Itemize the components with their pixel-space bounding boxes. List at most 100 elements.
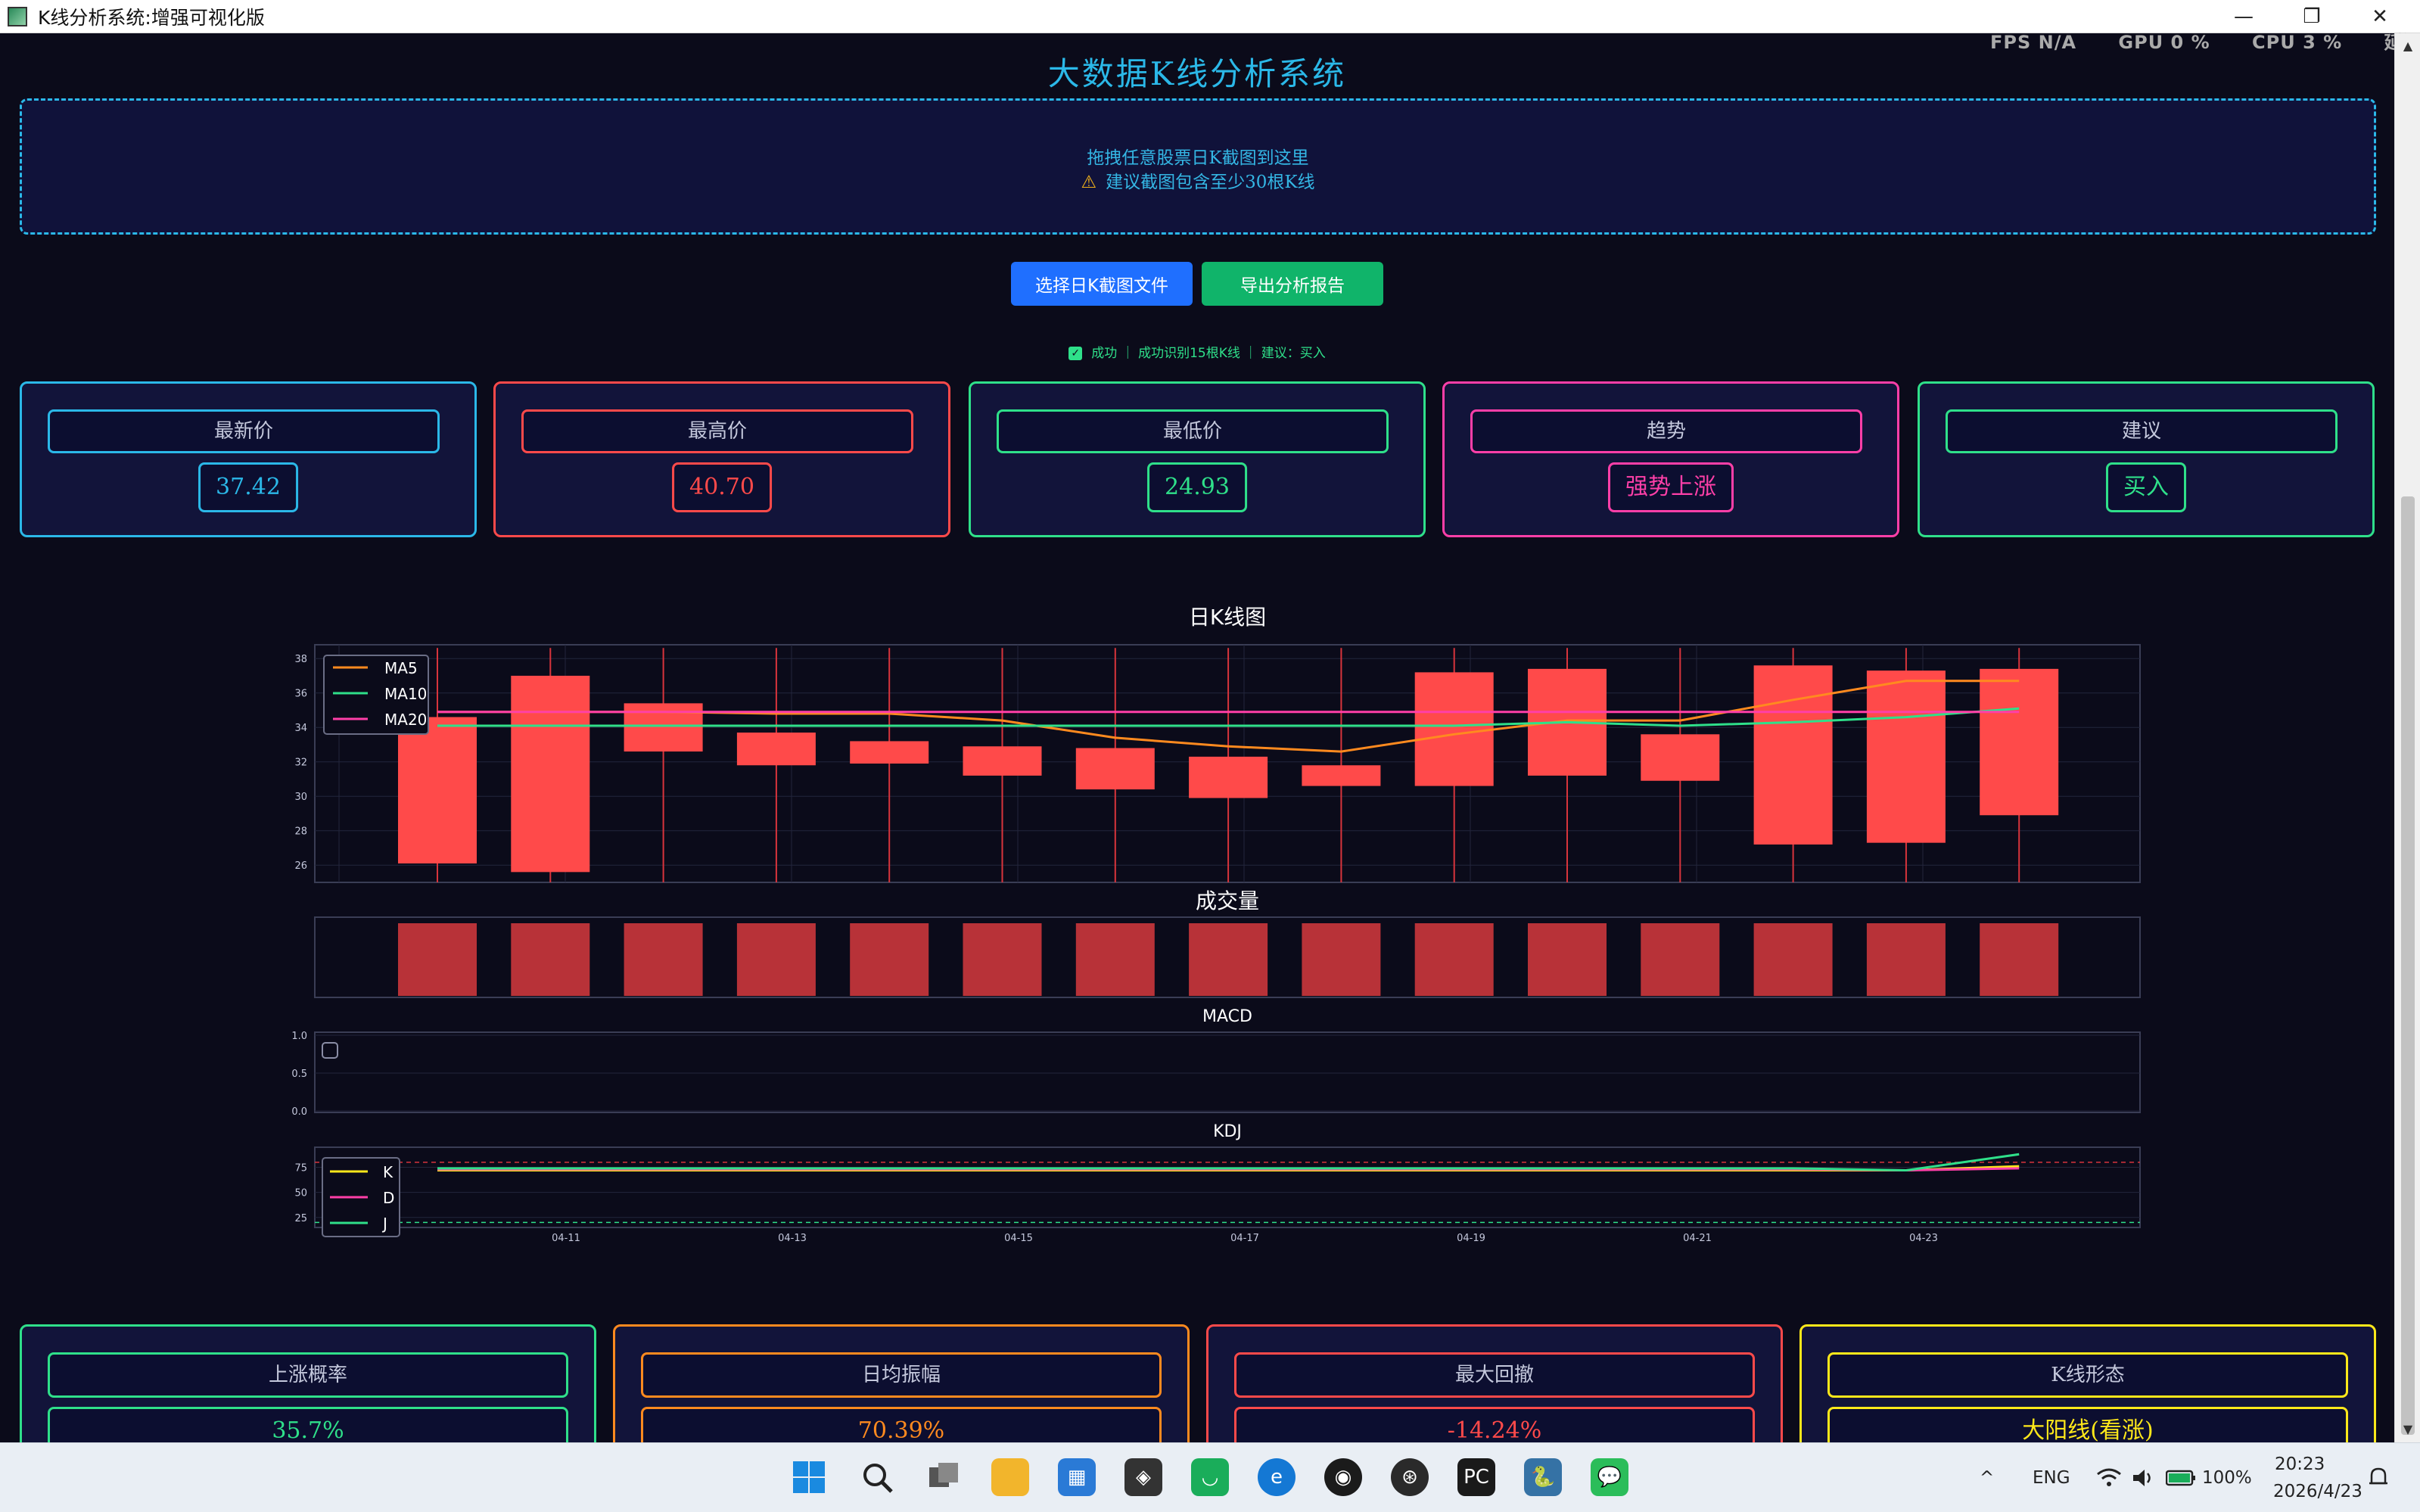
y-tick-label: 28 [294, 826, 307, 838]
volume-bar [963, 923, 1042, 996]
volume-bar [1075, 923, 1155, 996]
search-icon[interactable] [858, 1458, 896, 1496]
volume-bar [1302, 923, 1381, 996]
candle-body [1302, 765, 1381, 786]
candle-body [1866, 670, 1946, 843]
metric-card: 最低价 24.93 [969, 381, 1426, 537]
stat-label: 上涨概率 [48, 1352, 568, 1398]
candle-body [624, 703, 703, 752]
app-icon[interactable]: ◈ [1124, 1458, 1162, 1496]
warning-icon: ⚠ [1081, 173, 1097, 192]
y-tick-label: 26 [294, 860, 307, 872]
chart-title: KDJ [1213, 1122, 1242, 1141]
volume-icon[interactable] [2131, 1443, 2154, 1512]
legend-label: MA20 [384, 711, 427, 729]
volume-bar [398, 923, 477, 996]
wechat-icon[interactable]: 💬 [1591, 1458, 1628, 1496]
metric-value: 买入 [2106, 462, 2186, 512]
volume-bar [511, 923, 590, 996]
candle-body [1641, 734, 1720, 781]
volume-bar [850, 923, 929, 996]
macd-plot-area [314, 1031, 2141, 1113]
file-explorer-icon[interactable] [991, 1458, 1029, 1496]
drop-zone[interactable]: 拖拽任意股票日K截图到这里 ⚠ 建议截图包含至少30根K线 [20, 98, 2376, 235]
app-icon [8, 6, 27, 26]
metric-value: 24.93 [1147, 462, 1247, 512]
status-line: ✓ 成功 ｜ 成功识别15根K线 ｜ 建议：买入 [0, 342, 2394, 361]
metric-value: 37.42 [198, 462, 298, 512]
volume-bar [736, 923, 816, 996]
y-tick-label: 0.5 [291, 1069, 307, 1080]
vertical-scrollbar[interactable]: ▲ ▼ [2394, 33, 2420, 1442]
legend-label: J [381, 1215, 387, 1233]
app2-icon[interactable]: ⊛ [1391, 1458, 1429, 1496]
taskbar: ▦ ◈ ◡ e ◉ ⊛ PC 🐍 💬 ^ ENG 100% 20:23 2026… [0, 1442, 2420, 1512]
x-tick-label: 04-15 [1004, 1233, 1033, 1244]
scroll-down-icon[interactable]: ▼ [2400, 1421, 2416, 1438]
legend-label: MA5 [384, 659, 418, 677]
y-tick-label: 0.0 [291, 1106, 307, 1118]
metric-label: 最高价 [521, 409, 913, 453]
metric-label: 最低价 [997, 409, 1389, 453]
volume-bar [1414, 923, 1494, 996]
y-tick-label: 34 [294, 723, 307, 734]
x-tick-label: 04-13 [778, 1233, 807, 1244]
x-tick-label: 04-23 [1909, 1233, 1938, 1244]
scrollbar-thumb[interactable] [2401, 496, 2415, 1435]
y-tick-label: 1.0 [291, 1031, 307, 1042]
check-icon: ✓ [1068, 347, 1083, 360]
charts-panel: 日K线图 26 28 30 32 34 36 38 MA5 MA10 MA20 成交量 MACD 1.0 0… [291, 605, 2141, 1244]
page-title: 大数据K线分析系统 [1047, 55, 1347, 92]
scroll-up-icon[interactable]: ▲ [2400, 38, 2416, 54]
game-icon[interactable]: ◉ [1324, 1458, 1362, 1496]
wechat-work-icon[interactable]: ◡ [1191, 1458, 1229, 1496]
candle-body [1075, 748, 1155, 790]
task-view-icon[interactable] [925, 1458, 963, 1496]
stat-label: 日均振幅 [641, 1352, 1162, 1398]
drop-hint: 拖拽任意股票日K截图到这里 [1087, 148, 1309, 168]
store-icon[interactable]: ▦ [1058, 1458, 1096, 1496]
candle-body [398, 717, 477, 863]
chart-title: 成交量 [1196, 888, 1259, 913]
legend-label: K [383, 1163, 393, 1181]
y-tick-label: 38 [294, 654, 307, 665]
y-tick-label: 75 [294, 1163, 307, 1174]
python-icon[interactable]: 🐍 [1524, 1458, 1562, 1496]
candle-body [963, 746, 1042, 776]
metric-label: 建议 [1946, 409, 2338, 453]
language-indicator[interactable]: ENG [2033, 1443, 2070, 1512]
volume-bar [1866, 923, 1946, 996]
edge-icon[interactable]: e [1258, 1458, 1296, 1496]
export-report-button[interactable]: 导出分析报告 [1202, 262, 1383, 306]
pycharm-icon[interactable]: PC [1457, 1458, 1495, 1496]
candle-body [1414, 672, 1494, 786]
metric-card: 趋势 强势上涨 [1442, 381, 1899, 537]
y-tick-label: 36 [294, 689, 307, 700]
wifi-icon[interactable] [2096, 1443, 2122, 1512]
metric-card: 最新价 37.42 [20, 381, 477, 537]
clock-date[interactable]: 2026/4/23 [2273, 1457, 2362, 1512]
legend-label: MA10 [384, 685, 427, 703]
volume-bar [1980, 923, 2059, 996]
metric-card: 最高价 40.70 [493, 381, 950, 537]
chart-title: 日K线图 [1189, 605, 1266, 630]
select-file-button[interactable]: 选择日K截图文件 [1011, 262, 1193, 306]
window-title: K线分析系统:增强可视化版 [38, 6, 265, 29]
x-tick-label: 04-11 [552, 1233, 580, 1244]
volume-bar [1528, 923, 1607, 996]
x-tick-label: 04-17 [1230, 1233, 1259, 1244]
x-tick-label: 04-21 [1683, 1233, 1712, 1244]
tray-chevron[interactable]: ^ [1980, 1443, 1994, 1512]
status-text: 成功 ｜ 成功识别15根K线 ｜ 建议：买入 [1091, 346, 1326, 361]
volume-bar [1753, 923, 1833, 996]
candle-body [1980, 668, 2059, 816]
battery-icon [2166, 1443, 2196, 1512]
candle-body [1189, 756, 1268, 798]
notification-icon[interactable] [2366, 1443, 2391, 1512]
drop-tip: ⚠ 建议截图包含至少30根K线 [22, 167, 2374, 193]
metric-card: 建议买入 [1918, 381, 2375, 537]
y-tick-label: 32 [294, 758, 307, 769]
volume-bar [1189, 923, 1268, 996]
windows-start-icon[interactable] [790, 1458, 828, 1496]
kdj-plot-area [314, 1146, 2141, 1228]
